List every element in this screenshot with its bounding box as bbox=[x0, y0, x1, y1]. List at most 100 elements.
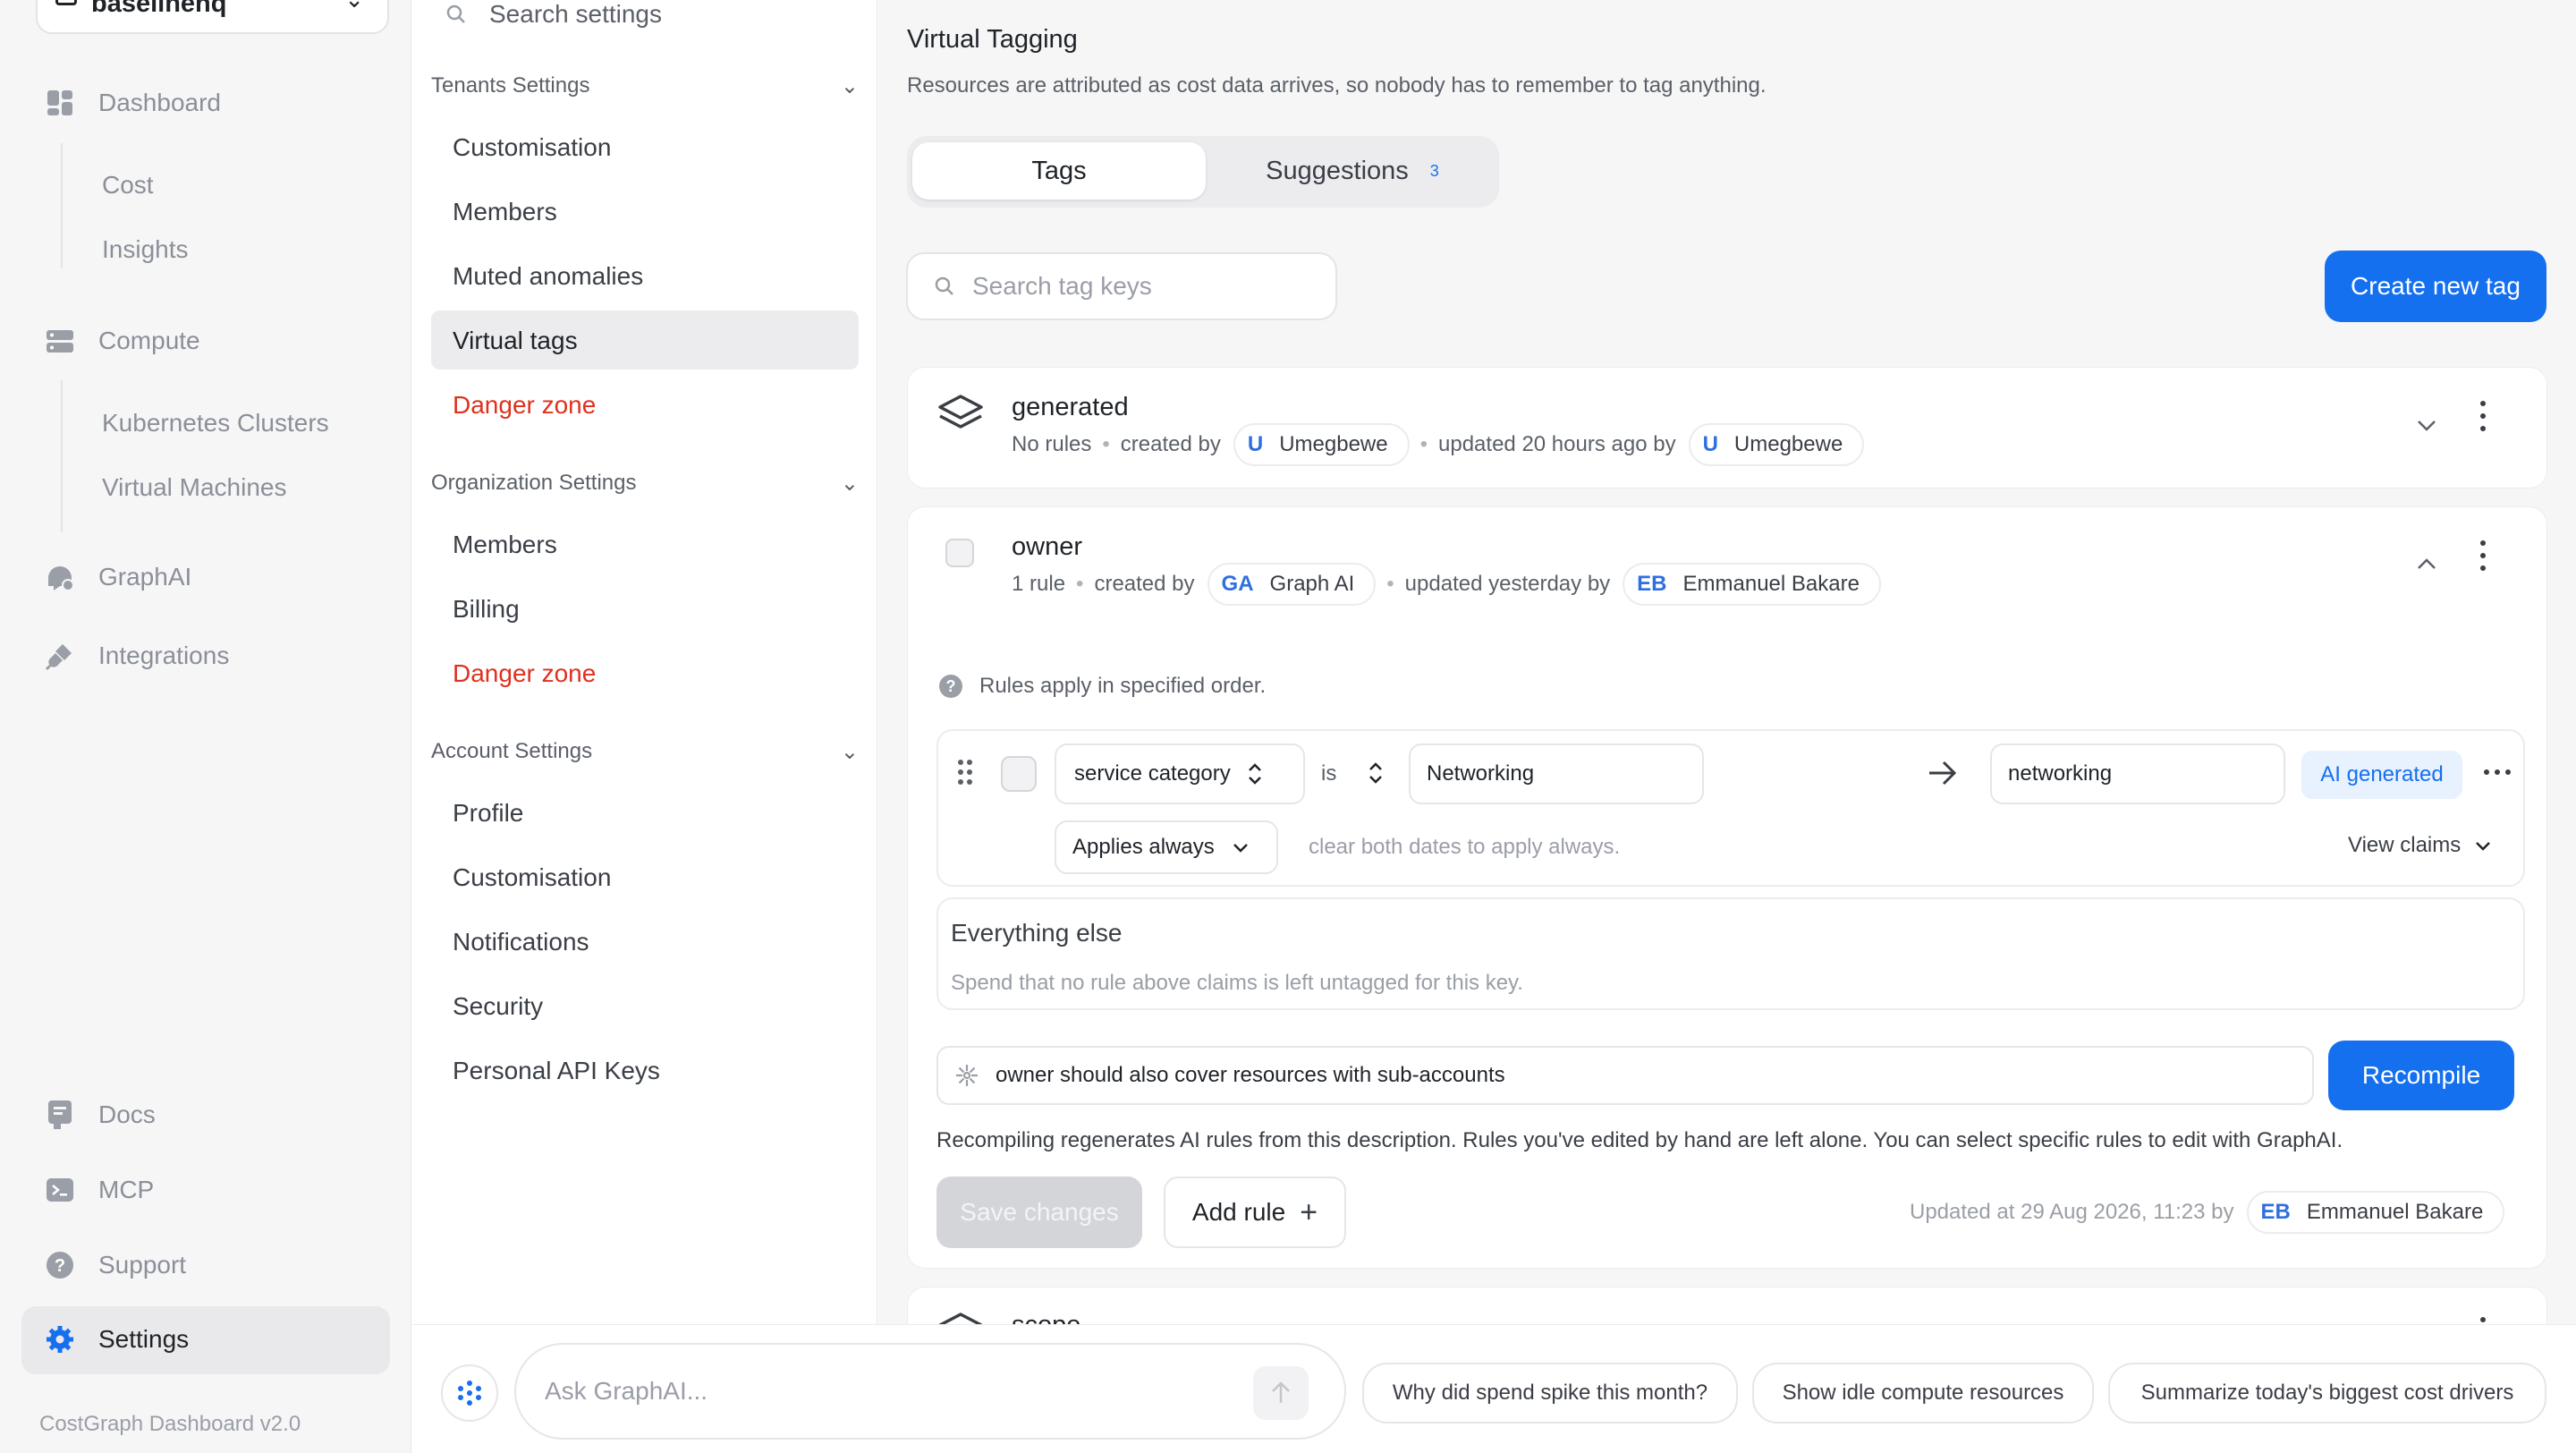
operator-chevron-updown-icon[interactable] bbox=[1368, 760, 1384, 791]
nav-virtual-machines[interactable]: Virtual Machines bbox=[102, 473, 286, 502]
applies-select[interactable]: Applies always bbox=[1055, 820, 1278, 874]
rule-operator-label: is bbox=[1321, 761, 1337, 786]
nav-dashboard-label: Dashboard bbox=[98, 89, 221, 116]
add-rule-button[interactable]: Add rule + bbox=[1164, 1177, 1346, 1248]
chevron-updown-icon bbox=[1248, 763, 1261, 785]
settings-search-input[interactable]: Search settings bbox=[489, 0, 662, 29]
recompile-button[interactable]: Recompile bbox=[2328, 1041, 2514, 1110]
rules-order-note: ? Rules apply in specified order. bbox=[938, 674, 1266, 699]
suggestion-chip[interactable]: Summarize today's biggest cost drivers bbox=[2108, 1363, 2546, 1423]
create-tag-button[interactable]: Create new tag bbox=[2325, 251, 2546, 322]
tenant-name: baselinehq bbox=[91, 0, 227, 18]
more-vertical-icon[interactable] bbox=[2479, 538, 2487, 578]
settings-sidebar: Search settings Tenants Settings ⌄ Custo… bbox=[412, 0, 877, 1453]
tag-description-input[interactable]: owner should also cover resources with s… bbox=[936, 1046, 2314, 1105]
creator-name: Umegbewe bbox=[1279, 432, 1388, 456]
rule-field-select[interactable]: service category bbox=[1055, 743, 1305, 804]
updater-name: Umegbewe bbox=[1733, 432, 1843, 456]
last-updated: Updated at 29 Aug 2026, 11:23 by EB Emman… bbox=[1910, 1191, 2505, 1234]
settings-item-notifications[interactable]: Notifications bbox=[453, 928, 589, 956]
settings-search[interactable]: Search settings bbox=[445, 0, 662, 29]
updater-name: Emmanuel Bakare bbox=[1682, 572, 1860, 596]
settings-item-muted-anomalies[interactable]: Muted anomalies bbox=[453, 262, 643, 291]
settings-item-virtual-tags[interactable]: Virtual tags bbox=[453, 327, 578, 355]
settings-item-org-danger-zone[interactable]: Danger zone bbox=[453, 659, 596, 688]
settings-item-api-keys[interactable]: Personal API Keys bbox=[453, 1057, 660, 1085]
settings-item-security[interactable]: Security bbox=[453, 992, 543, 1021]
creator-pill: GA Graph AI bbox=[1207, 563, 1377, 606]
tag-search-input[interactable]: Search tag keys bbox=[972, 272, 1152, 301]
nav-insights[interactable]: Insights bbox=[102, 235, 189, 264]
nav-settings[interactable]: Settings bbox=[45, 1324, 189, 1355]
tag-rules-count: 1 rule bbox=[1012, 572, 1066, 596]
rule-value-text: Networking bbox=[1427, 761, 1535, 786]
suggestion-chip[interactable]: Why did spend spike this month? bbox=[1362, 1363, 1738, 1423]
tag-card-generated[interactable]: generated No rules • created by U Umegbew… bbox=[907, 367, 2547, 489]
nav-compute-label: Compute bbox=[98, 327, 200, 354]
ask-graphai-input[interactable]: Ask GraphAI... bbox=[514, 1343, 1346, 1440]
nav-support[interactable]: ? Support bbox=[45, 1250, 186, 1280]
gear-icon bbox=[45, 1324, 75, 1355]
dashboard-icon bbox=[45, 88, 75, 118]
tag-search-field[interactable]: Search tag keys bbox=[906, 252, 1337, 320]
settings-item-tenant-danger-zone[interactable]: Danger zone bbox=[453, 391, 596, 420]
tab-tags[interactable]: Tags bbox=[912, 142, 1206, 200]
nav-tree-line bbox=[61, 143, 63, 268]
save-changes-button[interactable]: Save changes bbox=[936, 1177, 1142, 1248]
chevron-up-icon[interactable] bbox=[2414, 552, 2439, 582]
settings-item-account-customisation[interactable]: Customisation bbox=[453, 863, 611, 892]
more-vertical-icon[interactable] bbox=[2479, 398, 2487, 438]
nav-cost[interactable]: Cost bbox=[102, 171, 154, 200]
tag-name: generated bbox=[1012, 393, 1129, 421]
rule-select-checkbox[interactable] bbox=[1001, 756, 1037, 792]
avatar: EB bbox=[1637, 572, 1667, 596]
group-org-header[interactable]: Organization Settings ⌄ bbox=[431, 471, 859, 497]
nav-graphai[interactable]: GraphAI bbox=[45, 562, 191, 592]
svg-text:?: ? bbox=[55, 1256, 65, 1276]
tab-tags-label: Tags bbox=[1031, 156, 1087, 185]
nav-compute[interactable]: Compute bbox=[45, 326, 200, 356]
main-content: Virtual Tagging Resources are attributed… bbox=[878, 0, 2576, 1453]
updater-pill: EB Emmanuel Bakare bbox=[1623, 563, 1881, 606]
settings-item-billing[interactable]: Billing bbox=[453, 595, 520, 624]
suggestions-count-badge: 3 bbox=[1429, 161, 1439, 180]
search-icon bbox=[935, 276, 953, 295]
everything-else-desc: Spend that no rule above claims is left … bbox=[951, 971, 1523, 995]
nav-kubernetes[interactable]: Kubernetes Clusters bbox=[102, 409, 329, 438]
view-claims-label: View claims bbox=[2348, 833, 2462, 857]
view-claims-button[interactable]: View claims bbox=[2348, 833, 2493, 858]
rule-value-input[interactable]: Networking bbox=[1409, 743, 1704, 804]
settings-item-org-members[interactable]: Members bbox=[453, 531, 557, 559]
settings-item-profile[interactable]: Profile bbox=[453, 799, 523, 828]
updated-label: updated yesterday by bbox=[1404, 572, 1611, 596]
nav-graphai-label: GraphAI bbox=[98, 563, 192, 591]
page-subtitle: Resources are attributed as cost data ar… bbox=[907, 73, 1767, 98]
rule-row: service category is Networking networkin… bbox=[936, 729, 2525, 887]
nav-integrations[interactable]: Integrations bbox=[45, 641, 229, 671]
suggestion-chip[interactable]: Show idle compute resources bbox=[1752, 1363, 2094, 1423]
nav-dashboard[interactable]: Dashboard bbox=[45, 88, 221, 118]
nav-mcp[interactable]: MCP bbox=[45, 1175, 154, 1205]
tab-suggestions-label: Suggestions bbox=[1266, 156, 1409, 185]
tenant-switcher[interactable]: baselinehq ⌄ bbox=[36, 0, 389, 34]
send-button[interactable] bbox=[1253, 1366, 1309, 1420]
nav-docs[interactable]: Docs bbox=[45, 1100, 156, 1130]
tag-select-checkbox[interactable] bbox=[945, 539, 974, 567]
tag-card-owner: owner 1 rule • created by GA Graph AI • u… bbox=[907, 506, 2547, 1269]
settings-item-members[interactable]: Members bbox=[453, 198, 557, 226]
ask-graphai-placeholder: Ask GraphAI... bbox=[545, 1377, 708, 1405]
chevron-down-icon bbox=[2476, 842, 2491, 851]
group-tenants-header[interactable]: Tenants Settings ⌄ bbox=[431, 73, 859, 99]
add-rule-label: Add rule bbox=[1191, 1198, 1286, 1226]
drag-handle-icon[interactable] bbox=[956, 758, 974, 791]
nav-tree-line bbox=[61, 380, 63, 532]
rule-target-input[interactable]: networking bbox=[1990, 743, 2285, 804]
settings-item-customisation[interactable]: Customisation bbox=[453, 133, 611, 162]
more-horizontal-icon[interactable] bbox=[2482, 765, 2512, 781]
plus-icon: + bbox=[1300, 1194, 1318, 1229]
chevron-down-icon[interactable] bbox=[2414, 412, 2439, 442]
tab-suggestions[interactable]: Suggestions 3 bbox=[1211, 142, 1494, 200]
rules-order-text: Rules apply in specified order. bbox=[979, 674, 1267, 698]
updated-by-name: Emmanuel Bakare bbox=[2306, 1200, 2484, 1224]
group-account-header[interactable]: Account Settings ⌄ bbox=[431, 739, 859, 765]
